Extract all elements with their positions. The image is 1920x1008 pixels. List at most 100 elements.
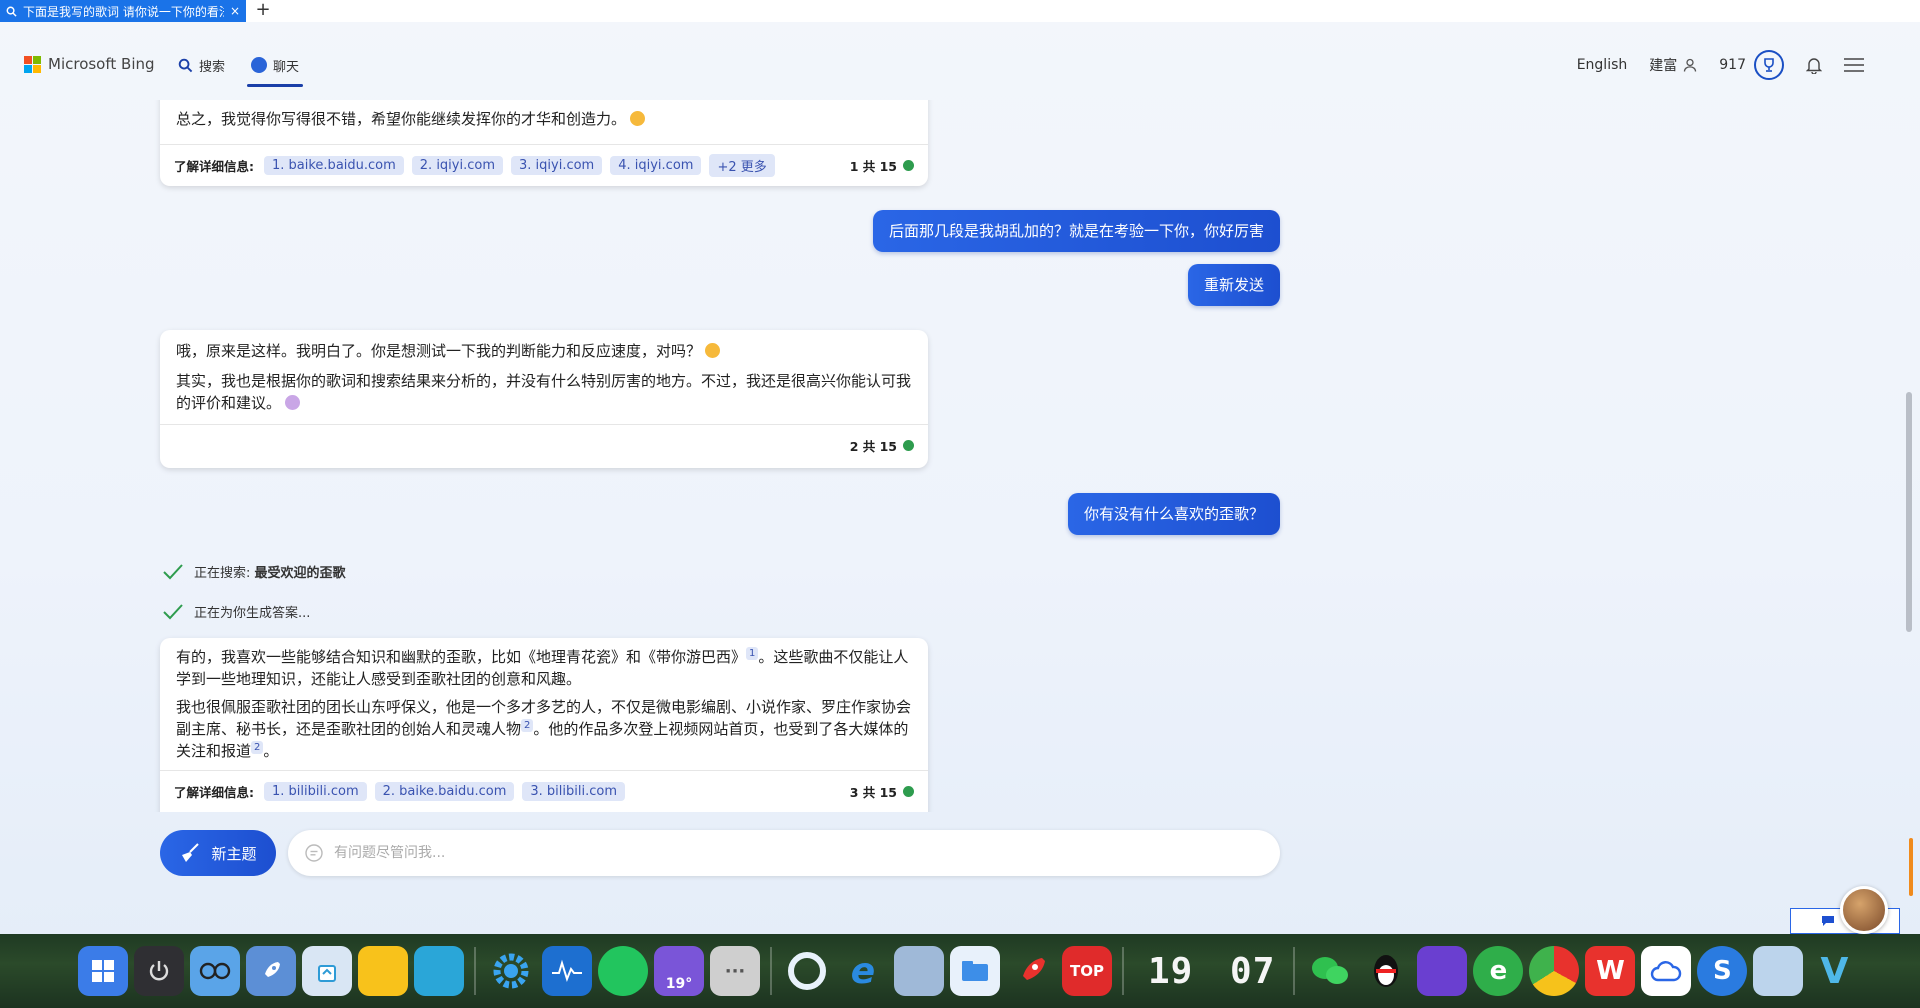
generating-status: 正在为你生成答案... bbox=[162, 602, 310, 621]
activity-monitor-icon[interactable] bbox=[542, 946, 592, 996]
feedback-icon bbox=[1822, 916, 1834, 926]
citation-ref[interactable]: 2 bbox=[251, 741, 264, 754]
page-scrollbar-thumb[interactable] bbox=[1906, 392, 1912, 632]
bot-message-1: 总之，我觉得你写得很不错，希望你能继续发挥你的才华和创造力。 了解详细信息: 1… bbox=[160, 100, 928, 186]
bing-logo[interactable]: Microsoft Bing bbox=[24, 55, 155, 73]
hamburger-menu-icon[interactable] bbox=[1844, 58, 1864, 72]
smile-emoji-icon bbox=[630, 111, 646, 126]
source-chip[interactable]: 1. baike.baidu.com bbox=[264, 156, 404, 175]
chat-bubble-icon bbox=[305, 844, 323, 862]
browser-tab-active[interactable]: 下面是我写的歌词 请你说一下你的看法 × bbox=[0, 0, 246, 22]
grin-emoji-icon bbox=[705, 343, 721, 358]
status-dot-icon bbox=[903, 440, 914, 451]
clock-hour: 19 bbox=[1148, 950, 1194, 992]
bot-message-text: 我也很佩服歪歌社团的团长山东呼保义，他是一个多才多艺的人，不仅是微电影编剧、小说… bbox=[176, 698, 912, 760]
response-counter: 2 共 15 bbox=[850, 436, 914, 455]
nav-search[interactable]: 搜索 bbox=[178, 52, 225, 78]
more-apps-icon[interactable]: ··· bbox=[710, 946, 760, 996]
chrome-style-icon[interactable] bbox=[1529, 946, 1580, 996]
bing-header: Microsoft Bing 搜索 聊天 English 建富 917 bbox=[0, 22, 1920, 100]
dock-separator bbox=[474, 947, 476, 995]
mascot-app-icon[interactable] bbox=[1417, 946, 1468, 996]
source-chip[interactable]: 1. bilibili.com bbox=[264, 782, 367, 801]
notepad-icon[interactable] bbox=[894, 946, 944, 996]
edge-browser-icon[interactable] bbox=[782, 946, 832, 996]
dock-clock: 19 07 bbox=[1148, 951, 1275, 992]
response-counter: 1 共 15 bbox=[850, 156, 914, 175]
citation-ref[interactable]: 2 bbox=[521, 719, 534, 732]
finder-icon[interactable] bbox=[190, 946, 240, 996]
assistant-avatar[interactable] bbox=[1840, 886, 1888, 934]
tab-title: 下面是我写的歌词 请你说一下你的看法 bbox=[23, 4, 224, 19]
source-chip[interactable]: 2. baike.baidu.com bbox=[374, 782, 515, 801]
source-chip[interactable]: 2. iqiyi.com bbox=[411, 156, 503, 175]
rewards[interactable]: 917 bbox=[1719, 50, 1784, 80]
source-chip[interactable]: 3. bilibili.com bbox=[522, 782, 625, 801]
browser-tab-strip: 下面是我写的歌词 请你说一下你的看法 × + bbox=[0, 0, 1920, 22]
new-tab-button[interactable]: + bbox=[252, 0, 274, 22]
dock-taskbar: 19° ··· e TOP 19 07 e W S V bbox=[0, 934, 1920, 1008]
clock-minute: 07 bbox=[1230, 950, 1276, 992]
tab-close-icon[interactable]: × bbox=[230, 4, 240, 18]
top-stop-icon[interactable]: TOP bbox=[1062, 946, 1112, 996]
status-dot-icon bbox=[903, 160, 914, 171]
new-topic-button[interactable]: 新主题 bbox=[160, 830, 276, 876]
status-dot-icon bbox=[903, 786, 914, 797]
search-icon bbox=[178, 58, 193, 72]
wps-office-icon[interactable]: W bbox=[1585, 946, 1636, 996]
e-browser-icon[interactable]: e bbox=[1473, 946, 1524, 996]
chat-composer bbox=[288, 830, 1280, 876]
bot-message-text: 有的，我喜欢一些能够结合知识和幽默的歪歌，比如《地理青花瓷》和《带你游巴西》 1。… bbox=[176, 647, 909, 688]
nav-chat[interactable]: 聊天 bbox=[247, 52, 304, 87]
messages-green-icon[interactable] bbox=[598, 946, 648, 996]
learn-more-label: 了解详细信息: bbox=[174, 785, 254, 800]
more-sources-chip[interactable]: +2 更多 bbox=[709, 154, 775, 177]
bot-message-text: 哦，原来是这样。我明白了。你是想测试一下我的判断能力和反应速度，对吗？ bbox=[160, 330, 928, 362]
weather-icon[interactable]: 19° bbox=[654, 946, 704, 996]
source-chip[interactable]: 3. iqiyi.com bbox=[511, 156, 603, 175]
resend-button[interactable]: 重新发送 bbox=[1187, 264, 1280, 306]
searching-status: 正在搜索: 最受欢迎的歪歌 bbox=[162, 562, 346, 581]
notifications-bell-icon[interactable] bbox=[1806, 57, 1822, 74]
user-icon bbox=[1684, 58, 1697, 72]
start-menu-icon[interactable] bbox=[78, 946, 128, 996]
sogou-s-icon[interactable]: S bbox=[1697, 946, 1748, 996]
dock-separator bbox=[770, 947, 772, 995]
microsoft-logo-icon bbox=[24, 55, 41, 73]
window-icon[interactable] bbox=[414, 946, 464, 996]
nav-search-label: 搜索 bbox=[199, 59, 226, 75]
checkmark-icon bbox=[163, 603, 183, 619]
qq-penguin-icon[interactable] bbox=[1361, 946, 1411, 996]
file-explorer-icon[interactable] bbox=[950, 946, 1000, 996]
launchpad-rocket-icon[interactable] bbox=[246, 946, 296, 996]
tab-search-icon bbox=[6, 6, 17, 17]
notebook-app-icon[interactable] bbox=[1753, 946, 1804, 996]
rocket-app-icon[interactable] bbox=[1006, 946, 1056, 996]
broom-icon bbox=[182, 843, 200, 862]
wechat-icon[interactable] bbox=[1305, 946, 1355, 996]
response-counter: 3 共 15 bbox=[850, 782, 914, 801]
search-query: 最受欢迎的歪歌 bbox=[254, 566, 346, 581]
checkmark-icon bbox=[163, 563, 183, 579]
power-icon[interactable] bbox=[134, 946, 184, 996]
source-chip[interactable]: 4. iqiyi.com bbox=[610, 156, 702, 175]
weather-temp: 19° bbox=[665, 976, 693, 992]
internet-explorer-icon[interactable]: e bbox=[838, 946, 888, 996]
pray-emoji-icon bbox=[285, 395, 301, 410]
message-footer: 2 共 15 bbox=[160, 424, 928, 466]
v-app-icon[interactable]: V bbox=[1809, 946, 1859, 996]
user-message-1: 后面那几段是我胡乱加的？就是在考验一下你，你好厉害 bbox=[872, 210, 1280, 252]
user-account[interactable]: 建富 bbox=[1649, 55, 1697, 75]
reward-points: 917 bbox=[1719, 57, 1746, 73]
header-right: English 建富 917 bbox=[1577, 50, 1864, 80]
language-link[interactable]: English bbox=[1577, 57, 1628, 73]
cloud-app-icon[interactable] bbox=[1641, 946, 1692, 996]
recycle-bag-icon[interactable] bbox=[302, 946, 352, 996]
chat-input[interactable] bbox=[334, 845, 1264, 861]
brand-name: Microsoft Bing bbox=[48, 55, 155, 73]
citation-ref[interactable]: 1 bbox=[746, 647, 759, 660]
settings-gear-icon[interactable] bbox=[486, 946, 536, 996]
bot-message-2: 哦，原来是这样。我明白了。你是想测试一下我的判断能力和反应速度，对吗？ 其实，我… bbox=[160, 330, 928, 468]
notes-icon[interactable] bbox=[358, 946, 408, 996]
user-message-2: 你有没有什么喜欢的歪歌？ bbox=[1067, 493, 1280, 535]
